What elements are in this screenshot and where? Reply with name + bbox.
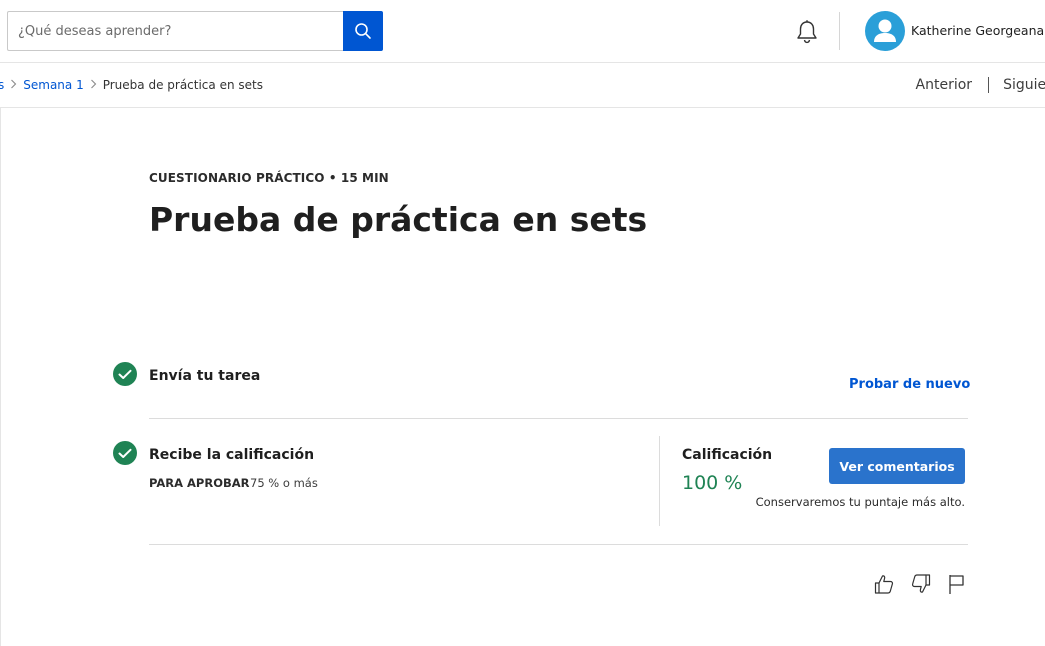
- search-input[interactable]: [7, 11, 343, 51]
- top-bar: Katherine Georgeana ...: [0, 0, 1045, 63]
- step-grade-title: Recibe la calificación: [149, 447, 315, 463]
- header-divider: [839, 12, 840, 50]
- divider: [149, 544, 968, 545]
- item-type-label: CUESTIONARIO PRÁCTICO • 15 MIN: [149, 171, 389, 185]
- breadcrumb-item-week[interactable]: Semana 1: [23, 78, 83, 92]
- next-link[interactable]: Siguien: [1003, 77, 1045, 93]
- pass-requirement-value: 75 % o más: [250, 476, 318, 490]
- bell-icon: [797, 20, 817, 44]
- column-divider: [659, 436, 660, 526]
- breadcrumb: s Semana 1 Prueba de práctica en sets: [0, 78, 263, 92]
- thumbs-down-icon: [911, 574, 931, 593]
- avatar[interactable]: [865, 11, 905, 51]
- dislike-button[interactable]: [909, 572, 933, 596]
- check-circle-icon: [113, 441, 137, 465]
- search-icon: [355, 23, 371, 39]
- view-feedback-button[interactable]: Ver comentarios: [829, 448, 965, 484]
- nav-divider: [988, 77, 990, 93]
- like-button[interactable]: [872, 572, 896, 596]
- check-circle-icon: [113, 362, 137, 386]
- report-button[interactable]: [944, 572, 968, 596]
- thumbs-up-icon: [874, 575, 894, 594]
- item-navigation: Anterior Siguien: [916, 77, 1045, 93]
- user-avatar-icon: [874, 19, 896, 42]
- search-bar: [7, 11, 383, 51]
- chevron-right-icon: [10, 78, 17, 92]
- grade-label: Calificación: [682, 447, 773, 463]
- breadcrumb-bar: s Semana 1 Prueba de práctica en sets An…: [0, 63, 1045, 108]
- flag-icon: [949, 575, 964, 594]
- user-name[interactable]: Katherine Georgeana ...: [911, 23, 1045, 38]
- divider: [149, 418, 968, 419]
- left-border: [0, 108, 1, 646]
- previous-link[interactable]: Anterior: [916, 77, 973, 93]
- highest-score-note: Conservaremos tu puntaje más alto.: [755, 495, 965, 509]
- search-button[interactable]: [343, 11, 383, 51]
- breadcrumb-item-course[interactable]: s: [0, 78, 4, 92]
- try-again-link[interactable]: Probar de nuevo: [849, 377, 970, 392]
- notifications-button[interactable]: [792, 17, 822, 47]
- page-title: Prueba de práctica en sets: [149, 200, 648, 239]
- chevron-right-icon: [90, 78, 97, 92]
- breadcrumb-item-current: Prueba de práctica en sets: [102, 78, 263, 92]
- grade-value: 100 %: [682, 472, 743, 494]
- step-submit-title: Envía tu tarea: [149, 368, 261, 384]
- pass-requirement-label: PARA APROBAR: [149, 476, 250, 490]
